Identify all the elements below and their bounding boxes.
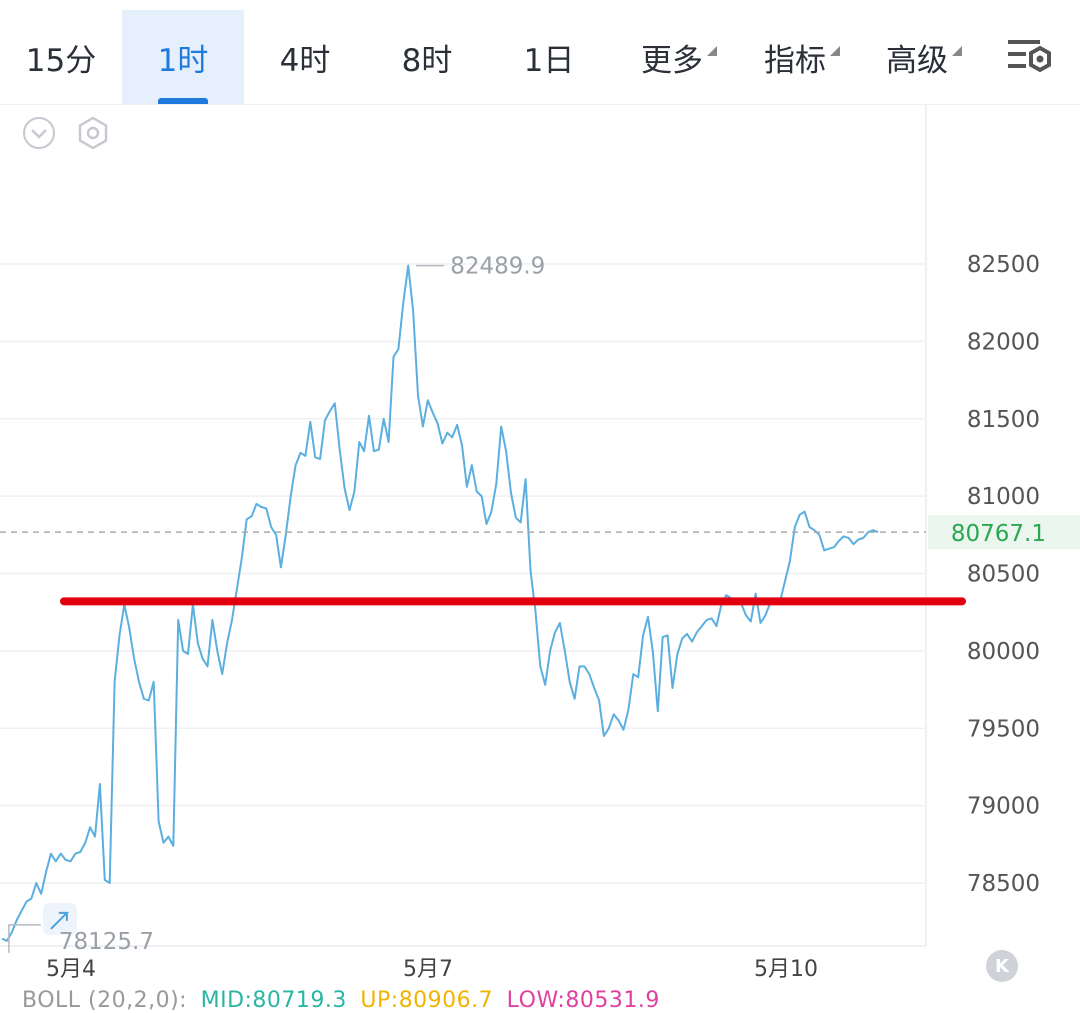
tab-4[interactable]: 1日 <box>488 10 610 104</box>
y-tick-label: 79500 <box>967 716 1040 742</box>
tab-6[interactable]: 指标 <box>734 10 856 104</box>
x-date-label: 5月10 <box>754 957 818 982</box>
tab-label: 8时 <box>401 42 453 79</box>
tab-label: 4时 <box>279 42 331 79</box>
tab-7[interactable]: 高级 <box>856 10 978 104</box>
y-tick-label: 79000 <box>967 794 1040 820</box>
tab-5[interactable]: 更多 <box>610 10 734 104</box>
tab-label: 15分 <box>25 42 97 79</box>
tab-3[interactable]: 8时 <box>366 10 488 104</box>
boll-indicator-readout: BOLL (20,2,0): MID:80719.3 UP:80906.7 LO… <box>22 988 666 1013</box>
boll-low: LOW:80531.9 <box>506 988 660 1013</box>
kline-toggle-button[interactable]: K <box>986 950 1018 982</box>
y-tick-label: 81500 <box>967 407 1040 433</box>
boll-label: BOLL (20,2,0): <box>22 988 188 1013</box>
x-date-label: 5月4 <box>46 957 96 982</box>
low-price-label: 78125.7 <box>59 929 154 955</box>
chart-settings-icon[interactable] <box>1004 36 1054 80</box>
tab-label: 高级 <box>886 35 962 80</box>
tab-0[interactable]: 15分 <box>0 10 122 104</box>
boll-mid: MID:80719.3 <box>200 988 347 1013</box>
price-chart[interactable]: 82500 82000 81500 81000 80500 80000 79500 79000… <box>0 104 1080 1006</box>
tab-label: 1日 <box>523 42 575 79</box>
tab-label: 指标 <box>764 35 840 80</box>
high-price-label: 82489.9 <box>450 254 545 280</box>
y-tick-label: 80500 <box>967 562 1040 588</box>
dropdown-triangle-icon <box>952 45 962 56</box>
tab-label: 更多 <box>641 35 717 80</box>
current-price-label: 80767.1 <box>951 521 1046 547</box>
y-tick-label: 82500 <box>967 252 1040 278</box>
tab-label: 1时 <box>157 42 209 79</box>
y-tick-label: 81000 <box>967 484 1040 510</box>
dropdown-triangle-icon <box>830 45 840 56</box>
y-tick-label: 82000 <box>967 329 1040 355</box>
y-tick-label: 78500 <box>967 871 1040 897</box>
y-tick-label: 80000 <box>967 639 1040 665</box>
boll-up: UP:80906.7 <box>360 988 494 1013</box>
x-date-label: 5月7 <box>403 957 453 982</box>
timeframe-toolbar: 15分 1时 4时 8时 1日 更多 指标 高级 <box>0 0 1080 105</box>
tab-1[interactable]: 1时 <box>122 10 244 104</box>
tab-2[interactable]: 4时 <box>244 10 366 104</box>
dropdown-triangle-icon <box>707 45 717 56</box>
